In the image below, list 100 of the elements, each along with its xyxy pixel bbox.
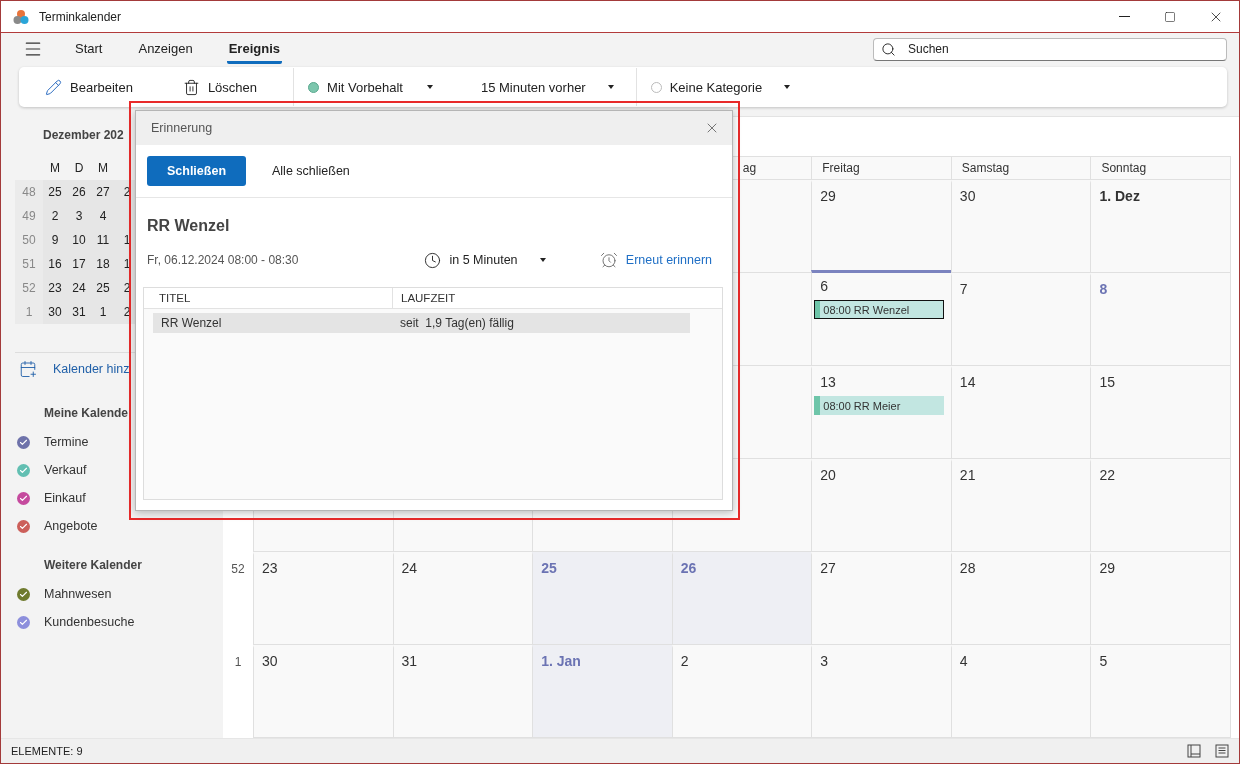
day-cell[interactable]: 4 [950, 645, 1091, 738]
status-dot-icon [308, 81, 320, 93]
calendar-checkbox[interactable] [17, 587, 30, 601]
mini-day[interactable]: 3 [67, 204, 91, 228]
day-cell[interactable]: 3 [811, 645, 951, 738]
app-logo-icon [13, 8, 29, 25]
day-cell[interactable]: 27 [811, 552, 951, 645]
mini-day[interactable]: 10 [67, 228, 91, 252]
day-number: 15 [1099, 374, 1115, 390]
menu-tab[interactable]: Ereignis [226, 34, 282, 64]
calendar-name[interactable]: Kundenbesuche [44, 615, 135, 629]
day-number: 1. Jan [541, 653, 581, 669]
check-icon [19, 521, 28, 531]
mini-day[interactable]: 17 [67, 252, 91, 276]
edit-button[interactable]: Bearbeiten [45, 78, 133, 96]
day-cell[interactable]: 31 [392, 645, 533, 738]
week-number: 52 [15, 276, 43, 300]
mini-day[interactable]: 16 [43, 252, 67, 276]
delete-button[interactable]: Löschen [182, 78, 258, 96]
mini-day[interactable]: 11 [91, 228, 115, 252]
availability-dropdown[interactable]: Mit Vorbehalt [308, 79, 433, 95]
check-icon [19, 437, 28, 447]
day-cell[interactable]: 20 [811, 459, 951, 552]
day-number: 1. Dez [1099, 188, 1140, 204]
check-icon [19, 617, 28, 627]
day-number: 30 [959, 188, 976, 204]
calendar-checkbox[interactable] [17, 519, 30, 533]
day-number: 22 [1099, 467, 1115, 483]
day-cell[interactable]: 1. Jan [532, 645, 672, 738]
day-cell[interactable]: 30 [253, 645, 393, 738]
day-cell[interactable]: 15 [1090, 366, 1230, 459]
check-icon [19, 465, 28, 475]
mini-day[interactable]: 23 [43, 276, 67, 300]
day-cell[interactable]: 1. Dez [1090, 180, 1230, 273]
day-number: 4 [959, 653, 968, 669]
week-number: 50 [15, 228, 43, 252]
reading-view-icon[interactable] [1215, 744, 1229, 758]
check-icon [19, 589, 28, 599]
mini-day[interactable]: 25 [43, 180, 67, 204]
day-cell[interactable]: 22 [1090, 459, 1230, 552]
menu-tab[interactable]: Anzeigen [136, 34, 195, 64]
day-cell[interactable]: 29 [1090, 552, 1230, 645]
day-cell[interactable]: 5 [1090, 645, 1230, 738]
day-cell[interactable]: 24 [392, 552, 533, 645]
status-text: ELEMENTE: 9 [11, 745, 83, 757]
day-cell[interactable]: 13 08:00 RR Meier [811, 366, 951, 459]
day-cell[interactable]: 6 08:00 RR Wenzel [811, 270, 951, 366]
calendar-checkbox[interactable] [17, 615, 30, 629]
day-cell[interactable]: 7 [950, 273, 1091, 366]
day-cell[interactable]: 21 [950, 459, 1091, 552]
snooze-link[interactable]: Erneut erinnern [599, 251, 712, 269]
day-cell[interactable]: 8 [1090, 273, 1230, 366]
caret-icon [784, 85, 791, 89]
calendar-event[interactable]: 08:00 RR Wenzel [814, 300, 945, 319]
day-cell[interactable]: 23 [253, 552, 393, 645]
mini-day[interactable]: 2 [43, 204, 67, 228]
weekday-label: M [49, 160, 61, 177]
reminder-dropdown[interactable]: 15 Minuten vorher [480, 79, 614, 95]
mini-day[interactable]: 4 [91, 204, 115, 228]
caret-icon [426, 85, 433, 89]
normal-view-icon[interactable] [1187, 744, 1201, 758]
day-number: 30 [262, 653, 278, 669]
day-cell[interactable]: 29 [811, 180, 951, 273]
dialog-title: Erinnerung [151, 121, 213, 135]
calendar-event[interactable]: 08:00 RR Meier [814, 396, 945, 415]
close-reminder-button[interactable]: Schließen [147, 156, 246, 186]
calendar-checkbox[interactable] [17, 491, 30, 505]
day-cell[interactable]: 14 [950, 366, 1091, 459]
mini-day[interactable]: 31 [67, 300, 91, 324]
mini-day[interactable]: 27 [91, 180, 115, 204]
day-cell[interactable]: 28 [950, 552, 1091, 645]
calendar-name[interactable]: Mahnwesen [44, 587, 112, 601]
day-number: 14 [959, 374, 976, 390]
category-dot-icon [650, 81, 662, 93]
snooze-dropdown[interactable]: in 5 Minuten [424, 251, 546, 269]
menu-tab[interactable]: Start [73, 34, 105, 64]
calendar-name[interactable]: Angebote [44, 519, 98, 533]
close-all-button[interactable]: Alle schließen [266, 163, 356, 179]
day-cell[interactable]: 2 [671, 645, 812, 738]
add-calendar-link[interactable]: Kalender hinz [19, 360, 130, 378]
check-icon [19, 493, 28, 503]
day-cell[interactable]: 26 [671, 552, 812, 645]
table-row[interactable]: RR Wenzel seit 1,9 Tag(en) fällig [153, 313, 690, 333]
calendar-checkbox[interactable] [17, 463, 30, 477]
category-dropdown[interactable]: Keine Kategorie [650, 79, 791, 95]
mini-day[interactable]: 26 [67, 180, 91, 204]
calendar-checkbox[interactable] [17, 435, 30, 449]
mini-day[interactable]: 24 [67, 276, 91, 300]
mini-day[interactable]: 25 [91, 276, 115, 300]
mini-day[interactable]: 9 [43, 228, 67, 252]
mini-day[interactable]: 1 [91, 300, 115, 324]
table-cell-text: RR Wenzel [160, 315, 223, 332]
calendar-name[interactable]: Verkauf [44, 463, 87, 477]
calendar-name[interactable]: Termine [44, 435, 89, 449]
mini-day[interactable]: 30 [43, 300, 67, 324]
search-field[interactable]: Suchen [873, 37, 1227, 61]
calendar-name[interactable]: Einkauf [44, 491, 86, 505]
day-cell[interactable]: 30 [950, 180, 1091, 273]
mini-day[interactable]: 18 [91, 252, 115, 276]
day-cell[interactable]: 25 [532, 552, 672, 645]
